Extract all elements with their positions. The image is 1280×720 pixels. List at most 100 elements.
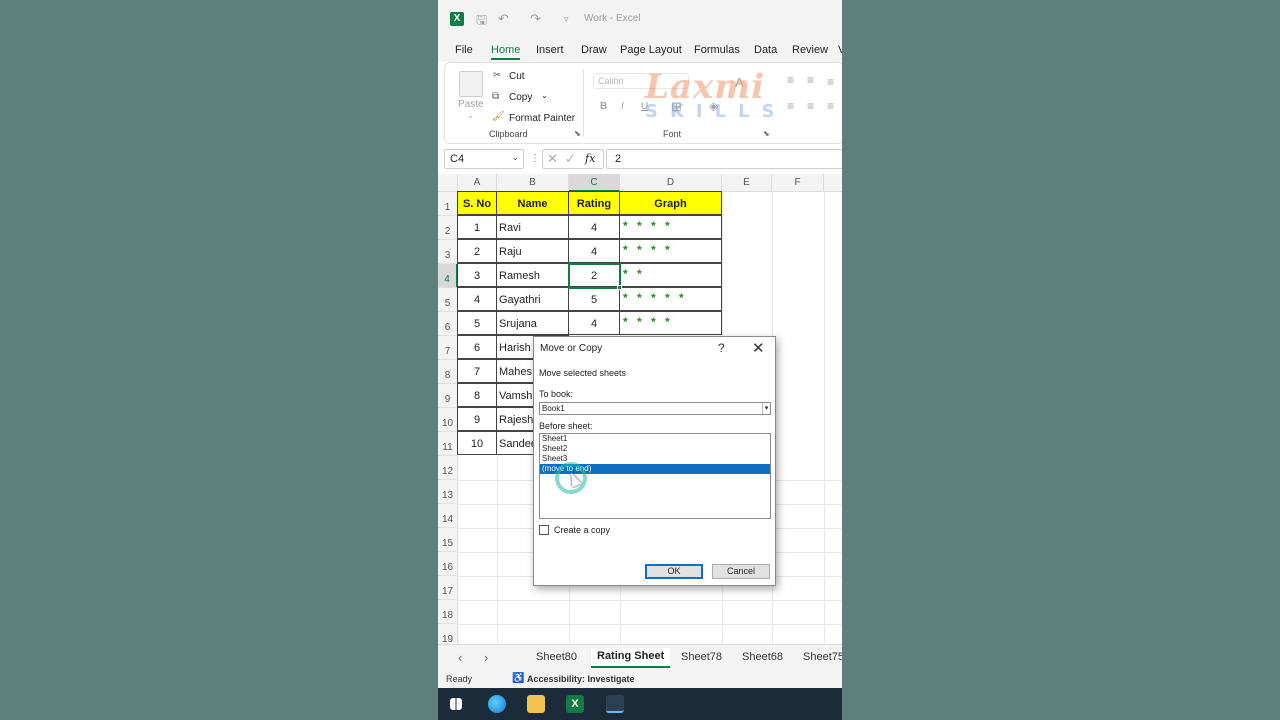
select-all-button[interactable] (438, 174, 458, 192)
formula-input[interactable]: 2 (606, 149, 842, 169)
copy-button[interactable]: Copy (509, 92, 532, 103)
tab-data[interactable]: Data (754, 44, 777, 56)
cell-name[interactable]: Ravi (496, 215, 569, 239)
redo-icon[interactable]: ↷ (530, 11, 541, 27)
row-header-5[interactable]: 5 (438, 288, 458, 312)
cell-sno[interactable]: 8 (457, 383, 497, 407)
align-bottom-icon[interactable]: ≡ (827, 75, 834, 89)
insert-function-button[interactable]: fx (585, 152, 595, 165)
fill-handle[interactable] (617, 285, 622, 290)
row-header-6[interactable]: 6 (438, 312, 458, 336)
close-icon[interactable]: ✕ (752, 339, 765, 357)
sheet-tab-sheet68[interactable]: Sheet68 (742, 651, 783, 663)
row-header-8[interactable]: 8 (438, 360, 458, 384)
sheet-prev-icon[interactable]: ‹ (458, 650, 462, 665)
row-header-12[interactable]: 12 (438, 456, 458, 480)
cell-rating[interactable]: 4 (568, 215, 620, 239)
cell-name[interactable]: Srujana (496, 311, 569, 335)
align-top-icon[interactable]: ≡ (787, 73, 794, 87)
sheet-tab-sheet78[interactable]: Sheet78 (681, 651, 722, 663)
ok-button[interactable]: OK (645, 564, 703, 579)
row-header-11[interactable]: 11 (438, 432, 458, 456)
row-header-3[interactable]: 3 (438, 240, 458, 264)
copy-dropdown-icon[interactable]: ⌄ (541, 91, 548, 100)
sheet-next-icon[interactable]: › (484, 650, 488, 665)
cell-rating[interactable]: 4 (568, 239, 620, 263)
tab-page-layout[interactable]: Page Layout (620, 44, 682, 56)
cell-graph[interactable]: * * * * (619, 311, 722, 335)
align-right-icon[interactable]: ≡ (827, 99, 834, 113)
cell-sno[interactable]: 4 (457, 287, 497, 311)
chevron-down-icon[interactable]: ⌄ (511, 152, 519, 163)
cell-graph[interactable]: * * * * (619, 215, 722, 239)
windows-start-icon[interactable] (450, 698, 462, 710)
header-cell-graph[interactable]: Graph (619, 191, 722, 215)
row-header-19[interactable]: 19 (438, 624, 458, 644)
format-painter-button[interactable]: Format Painter (509, 113, 575, 124)
cell-name[interactable]: Raju (496, 239, 569, 263)
paste-button[interactable]: Paste (458, 99, 484, 110)
row-header-1[interactable]: 1 (438, 192, 458, 216)
row-header-4[interactable]: 4 (438, 264, 458, 288)
tab-home[interactable]: Home (491, 44, 521, 60)
header-cell-rating[interactable]: Rating (568, 191, 620, 215)
cancel-icon[interactable]: ✕ (547, 151, 558, 167)
undo-icon[interactable]: ↶ (498, 11, 509, 27)
cell-sno[interactable]: 6 (457, 335, 497, 359)
to-book-select[interactable]: Book1 ▾ (539, 402, 771, 415)
column-header-d[interactable]: D (620, 174, 722, 192)
column-header-c[interactable]: C (569, 174, 620, 192)
header-cell-sno[interactable]: S. No (457, 191, 497, 215)
align-middle-icon[interactable]: ≡ (807, 73, 814, 87)
tab-review[interactable]: Review (792, 44, 828, 56)
cancel-button[interactable]: Cancel (712, 564, 770, 579)
tab-insert[interactable]: Insert (536, 44, 564, 56)
bold-button[interactable]: B (600, 101, 607, 112)
accessibility-status[interactable]: Accessibility: Investigate (527, 674, 635, 684)
cell-rating[interactable]: 4 (568, 311, 620, 335)
paste-icon[interactable] (459, 71, 483, 97)
row-header-14[interactable]: 14 (438, 504, 458, 528)
file-explorer-icon[interactable] (527, 695, 545, 713)
tab-draw[interactable]: Draw (581, 44, 607, 56)
cell-sno[interactable]: 10 (457, 431, 497, 455)
align-left-icon[interactable]: ≡ (787, 99, 794, 113)
chevron-down-icon[interactable]: ▾ (762, 403, 770, 414)
help-icon[interactable]: ? (718, 341, 725, 355)
list-item-sheet2[interactable]: Sheet2 (540, 444, 770, 454)
name-box[interactable]: C4 ⌄ (444, 149, 524, 169)
row-header-15[interactable]: 15 (438, 528, 458, 552)
column-header-g[interactable] (824, 174, 842, 192)
cell-sno[interactable]: 5 (457, 311, 497, 335)
column-header-e[interactable]: E (722, 174, 772, 192)
row-header-16[interactable]: 16 (438, 552, 458, 576)
paste-dropdown-icon[interactable]: ⌄ (467, 111, 474, 120)
cell-graph[interactable]: * * * * * (619, 287, 722, 311)
more-icon[interactable]: ⋮ (530, 153, 540, 164)
cell-graph[interactable]: * * * * (619, 239, 722, 263)
header-cell-name[interactable]: Name (496, 191, 569, 215)
create-copy-checkbox[interactable] (539, 525, 549, 535)
cut-button[interactable]: Cut (509, 71, 525, 82)
list-item-sheet1[interactable]: Sheet1 (540, 434, 770, 444)
cell-rating[interactable]: 5 (568, 287, 620, 311)
row-header-13[interactable]: 13 (438, 480, 458, 504)
italic-button[interactable]: I (621, 101, 624, 112)
column-header-a[interactable]: A (458, 174, 497, 192)
column-header-b[interactable]: B (497, 174, 569, 192)
save-icon[interactable]: 🖫 (476, 11, 487, 33)
row-header-18[interactable]: 18 (438, 600, 458, 624)
tab-formulas[interactable]: Formulas (694, 44, 740, 56)
excel-taskbar-icon[interactable]: X (566, 695, 584, 713)
cell-name[interactable]: Ramesh (496, 263, 569, 287)
customize-icon[interactable]: ▿ (564, 14, 569, 25)
row-header-9[interactable]: 9 (438, 384, 458, 408)
active-cell-c4[interactable] (568, 263, 621, 289)
row-header-10[interactable]: 10 (438, 408, 458, 432)
sheet-tab-sheet75[interactable]: Sheet75 (803, 651, 842, 663)
row-header-17[interactable]: 17 (438, 576, 458, 600)
sheet-tab-sheet80[interactable]: Sheet80 (536, 651, 577, 663)
row-header-2[interactable]: 2 (438, 216, 458, 240)
cell-sno[interactable]: 7 (457, 359, 497, 383)
cell-sno[interactable]: 1 (457, 215, 497, 239)
